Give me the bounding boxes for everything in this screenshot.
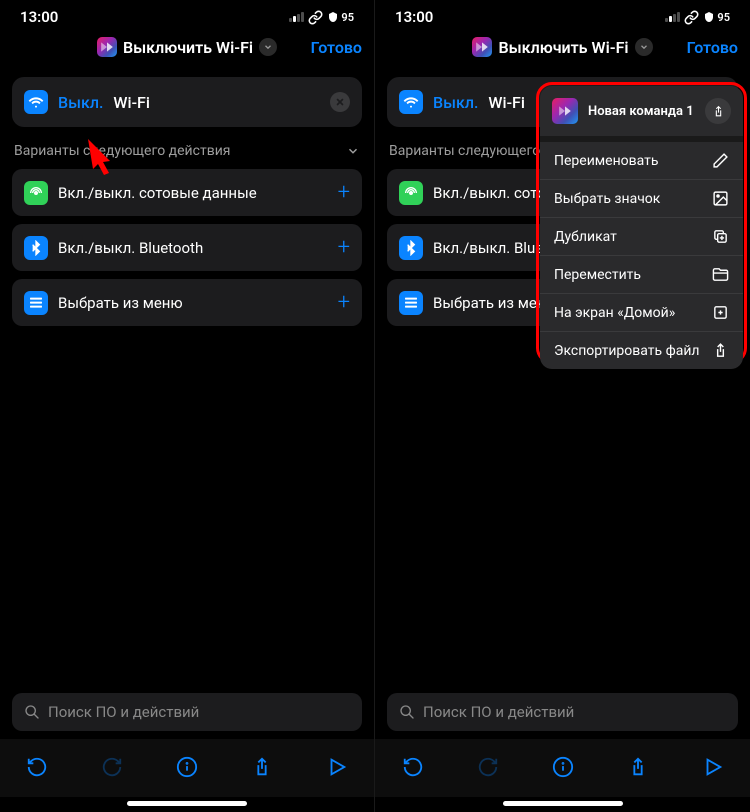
redo-button — [468, 747, 508, 787]
wifi-action-card[interactable]: Выкл. Wi-Fi — [12, 77, 362, 127]
suggestion-menu[interactable]: Выбрать из меню + — [12, 279, 362, 326]
title-menu-button[interactable] — [635, 38, 653, 56]
home-indicator[interactable] — [127, 801, 247, 806]
status-time: 13:00 — [20, 8, 58, 26]
info-button[interactable] — [167, 747, 207, 787]
undo-button[interactable] — [17, 747, 57, 787]
cellular-icon — [399, 181, 423, 205]
link-icon — [308, 10, 323, 25]
title-menu-button[interactable] — [259, 38, 277, 56]
share-button[interactable] — [242, 747, 282, 787]
image-icon — [712, 190, 729, 207]
plus-icon: + — [338, 180, 350, 205]
context-menu: Новая команда 1 Переименовать Выбрать зн… — [540, 86, 743, 369]
play-button[interactable] — [317, 747, 357, 787]
screen-header: Выключить Wi-Fi Готово — [0, 29, 374, 65]
signal-icon — [665, 12, 680, 22]
cellular-icon — [24, 181, 48, 205]
screen-header: Выключить Wi-Fi Готово — [375, 29, 750, 65]
status-time: 13:00 — [395, 8, 433, 26]
status-bar: 13:00 95 — [375, 0, 750, 29]
suggestions-title: Варианты следующего действия — [14, 143, 230, 159]
export-icon — [712, 342, 729, 359]
wifi-icon — [24, 90, 48, 114]
plus-icon: + — [338, 290, 350, 315]
bluetooth-icon — [24, 236, 48, 260]
done-button[interactable]: Готово — [311, 38, 362, 57]
bluetooth-icon — [399, 236, 423, 260]
status-bar: 13:00 95 — [0, 0, 374, 29]
folder-icon — [712, 266, 729, 283]
action-param: Wi-Fi — [488, 93, 525, 112]
context-item-rename[interactable]: Переименовать — [540, 142, 743, 180]
redo-button — [92, 747, 132, 787]
search-input[interactable]: Поиск ПО и действий — [12, 693, 362, 731]
action-toggle-button[interactable]: Выкл. — [58, 93, 103, 112]
context-item-homescreen[interactable]: На экран «Домой» — [540, 294, 743, 332]
search-input[interactable]: Поиск ПО и действий — [387, 693, 738, 731]
suggestion-bluetooth[interactable]: Вкл./выкл. Bluetooth + — [12, 224, 362, 271]
action-toggle-button[interactable]: Выкл. — [433, 93, 478, 112]
shortcuts-app-icon — [472, 37, 492, 57]
title: Выключить Wi-Fi — [123, 38, 253, 57]
pencil-icon — [712, 152, 729, 169]
suggestion-cellular[interactable]: Вкл./выкл. сотовые данные + — [12, 169, 362, 216]
context-menu-title: Новая команда 1 — [588, 104, 695, 119]
toolbar — [375, 739, 750, 797]
play-button[interactable] — [693, 747, 733, 787]
home-indicator[interactable] — [503, 801, 623, 806]
context-share-button[interactable] — [705, 98, 731, 124]
context-item-move[interactable]: Переместить — [540, 256, 743, 294]
search-placeholder: Поиск ПО и действий — [48, 703, 199, 721]
screen-left: 13:00 95 Выключить Wi-Fi Гото — [0, 0, 375, 812]
context-menu-header: Новая команда 1 — [540, 86, 743, 142]
context-item-export[interactable]: Экспортировать файл — [540, 332, 743, 369]
context-item-duplicate[interactable]: Дубликат — [540, 218, 743, 256]
arrow-annotation — [80, 135, 120, 175]
title: Выключить Wi-Fi — [498, 38, 628, 57]
chevron-down-icon — [346, 144, 360, 158]
duplicate-icon — [712, 228, 729, 245]
undo-button[interactable] — [393, 747, 433, 787]
search-placeholder: Поиск ПО и действий — [423, 703, 574, 721]
wifi-icon — [399, 90, 423, 114]
battery-level: 95 — [341, 11, 354, 24]
done-button[interactable]: Готово — [687, 38, 738, 57]
battery-level: 95 — [717, 11, 730, 24]
suggestion-label: Вкл./выкл. Bluetooth — [58, 239, 328, 257]
plus-icon: + — [338, 235, 350, 260]
context-item-icon[interactable]: Выбрать значок — [540, 180, 743, 218]
suggestion-label: Вкл./выкл. сотовые данные — [58, 184, 328, 202]
menu-icon — [24, 291, 48, 315]
signal-icon — [289, 12, 304, 22]
battery-shield-icon — [703, 11, 715, 23]
shortcuts-app-icon — [97, 37, 117, 57]
toolbar — [0, 739, 374, 797]
clear-action-button[interactable] — [330, 92, 350, 112]
info-button[interactable] — [543, 747, 583, 787]
suggestions-header[interactable]: Варианты следующего действия — [0, 133, 374, 165]
screen-right: 13:00 95 Выключить Wi-Fi Гото — [375, 0, 750, 812]
suggestion-label: Выбрать из меню — [58, 294, 328, 312]
share-button[interactable] — [618, 747, 658, 787]
shortcuts-app-icon — [552, 98, 578, 124]
menu-icon — [399, 291, 423, 315]
link-icon — [684, 10, 699, 25]
add-square-icon — [712, 304, 729, 321]
battery-shield-icon — [327, 11, 339, 23]
action-param: Wi-Fi — [113, 93, 150, 112]
